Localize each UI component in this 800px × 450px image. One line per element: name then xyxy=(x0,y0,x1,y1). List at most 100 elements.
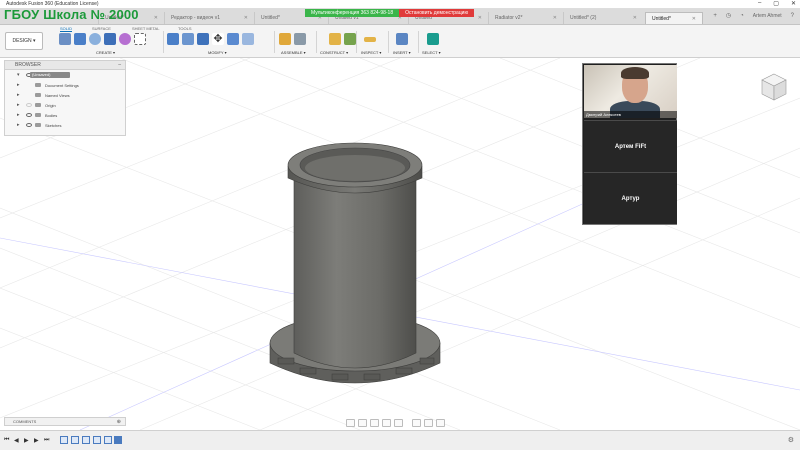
combine-icon[interactable] xyxy=(227,33,239,45)
expand-arrow-icon[interactable]: ▸ xyxy=(17,122,20,128)
close-tab-icon[interactable]: ✕ xyxy=(478,15,482,21)
help-icon[interactable]: ? xyxy=(791,13,794,19)
select-box-icon[interactable] xyxy=(134,33,146,45)
create-group-label[interactable]: CREATE ▾ xyxy=(96,50,115,55)
timeline-extrude-feature[interactable] xyxy=(114,436,122,444)
browser-item-sketches[interactable]: ▸ Sketches xyxy=(5,120,125,130)
view-cube[interactable] xyxy=(760,72,788,102)
go-to-start-icon[interactable]: ⏮ xyxy=(4,437,9,444)
hole-icon[interactable] xyxy=(104,33,116,45)
tab-1[interactable]: Редактор - видеоч v1 ✕ xyxy=(164,12,254,24)
new-component-icon[interactable] xyxy=(59,33,71,45)
select-icon[interactable] xyxy=(427,33,439,45)
root-component[interactable]: (Unsaved) xyxy=(30,72,70,78)
tab-solid[interactable]: SOLID xyxy=(60,26,73,32)
collapse-icon[interactable]: – xyxy=(118,62,121,68)
modify-group-label[interactable]: MODIFY ▾ xyxy=(208,50,227,55)
insert-group-label[interactable]: INSERT ▾ xyxy=(393,50,411,55)
browser-item-named-views[interactable]: ▸ Named Views xyxy=(5,90,125,100)
participant-video[interactable]: Дмитрий Алексеев xyxy=(584,65,677,118)
move-icon[interactable]: ✥ xyxy=(212,33,224,45)
browser-item-label: Bodies xyxy=(45,112,58,118)
look-at-icon[interactable] xyxy=(358,419,367,427)
viewports-icon[interactable] xyxy=(436,419,445,427)
grid-settings-icon[interactable] xyxy=(424,419,433,427)
browser-header[interactable]: BROWSER – xyxy=(5,61,125,70)
zoom-icon[interactable] xyxy=(382,419,391,427)
step-back-icon[interactable]: ◀ xyxy=(14,437,19,444)
design-workspace-button[interactable]: DESIGN ▾ xyxy=(5,32,43,50)
close-tab-icon[interactable]: ✕ xyxy=(154,15,158,21)
press-pull-icon[interactable] xyxy=(167,33,179,45)
close-icon[interactable]: ✕ xyxy=(791,0,796,7)
notifications-icon[interactable]: ◔ xyxy=(740,13,744,19)
minimize-icon[interactable]: – xyxy=(758,0,761,7)
timeline-sketch-feature[interactable] xyxy=(104,436,112,444)
extrude-icon[interactable] xyxy=(74,33,86,45)
maximize-icon[interactable]: ▢ xyxy=(773,0,779,7)
orbit-icon[interactable] xyxy=(346,419,355,427)
inspect-group-label[interactable]: INSPECT ▾ xyxy=(361,50,381,55)
comments-panel[interactable]: COMMENTS ⊕ xyxy=(4,417,126,426)
revolve-icon[interactable] xyxy=(89,33,101,45)
tab-6[interactable]: Untitled* (2) ✕ xyxy=(563,12,643,24)
axis-icon[interactable] xyxy=(344,33,356,45)
participant-tile-1[interactable]: Артем FiFt xyxy=(584,120,677,172)
clock-icon[interactable]: ◷ xyxy=(726,12,731,19)
close-tab-icon[interactable]: ✕ xyxy=(244,15,248,21)
display-settings-icon[interactable] xyxy=(412,419,421,427)
tab-tools[interactable]: TOOLS xyxy=(178,26,192,31)
meeting-bar: Мультиконференция 363 824-98-18 Останови… xyxy=(305,9,475,17)
offset-plane-icon[interactable] xyxy=(329,33,341,45)
tab-7-active[interactable]: Untitled* ✕ xyxy=(645,12,703,24)
add-comment-icon[interactable]: ⊕ xyxy=(117,419,121,425)
shell-icon[interactable] xyxy=(197,33,209,45)
fit-icon[interactable] xyxy=(394,419,403,427)
insert-tools xyxy=(396,33,408,47)
form-icon[interactable] xyxy=(119,33,131,45)
browser-item-label: Origin xyxy=(45,102,56,108)
visibility-icon[interactable] xyxy=(26,103,32,107)
stop-sharing-button[interactable]: Остановить демонстрацию xyxy=(399,9,475,17)
timeline-extrude-feature[interactable] xyxy=(93,436,101,444)
user-name[interactable]: Artem Ahmet xyxy=(753,13,782,19)
timeline-sketch-feature[interactable] xyxy=(82,436,90,444)
construct-group-label[interactable]: CONSTRUCT ▾ xyxy=(320,50,348,55)
new-component-assemble-icon[interactable] xyxy=(279,33,291,45)
scale-icon[interactable] xyxy=(242,33,254,45)
go-to-end-icon[interactable]: ⏭ xyxy=(44,437,49,444)
close-tab-icon[interactable]: ✕ xyxy=(692,16,696,22)
fillet-icon[interactable] xyxy=(182,33,194,45)
expand-arrow-icon[interactable]: ▸ xyxy=(17,102,20,108)
top-rim xyxy=(287,142,423,194)
collapse-arrow-icon[interactable]: ▾ xyxy=(17,72,20,78)
participant-tile-2[interactable]: Артур xyxy=(584,172,677,224)
expand-arrow-icon[interactable]: ▸ xyxy=(17,82,20,88)
joint-icon[interactable] xyxy=(294,33,306,45)
tab-5[interactable]: Radiator v2* ✕ xyxy=(488,12,563,24)
browser-item-origin[interactable]: ▸ Origin xyxy=(5,100,125,110)
step-forward-icon[interactable]: ▶ xyxy=(34,437,39,444)
timeline-sketch-feature[interactable] xyxy=(60,436,68,444)
visibility-icon[interactable] xyxy=(26,113,32,117)
new-tab-icon[interactable]: + xyxy=(713,13,717,19)
timeline-extrude-feature[interactable] xyxy=(71,436,79,444)
expand-arrow-icon[interactable]: ▸ xyxy=(17,92,20,98)
browser-item-bodies[interactable]: ▸ Bodies xyxy=(5,110,125,120)
insert-image-icon[interactable] xyxy=(396,33,408,45)
close-tab-icon[interactable]: ✕ xyxy=(633,15,637,21)
select-group-label[interactable]: SELECT ▾ xyxy=(422,50,441,55)
play-icon[interactable]: ▶ xyxy=(24,437,29,444)
tab-sheet-metal[interactable]: SHEET METAL xyxy=(132,26,159,31)
measure-icon[interactable] xyxy=(364,37,376,42)
meeting-id[interactable]: Мультиконференция 363 824-98-18 xyxy=(305,9,400,17)
close-tab-icon[interactable]: ✕ xyxy=(553,15,557,21)
expand-arrow-icon[interactable]: ▸ xyxy=(17,112,20,118)
browser-item-document-settings[interactable]: ▸ Document Settings xyxy=(5,80,125,90)
browser-root[interactable]: ▾ (Unsaved) xyxy=(5,70,125,80)
timeline-settings-icon[interactable]: ⚙ xyxy=(788,436,794,444)
tab-surface[interactable]: SURFACE xyxy=(92,26,111,31)
visibility-icon[interactable] xyxy=(26,123,32,127)
assemble-group-label[interactable]: ASSEMBLE ▾ xyxy=(281,50,306,55)
pan-icon[interactable] xyxy=(370,419,379,427)
